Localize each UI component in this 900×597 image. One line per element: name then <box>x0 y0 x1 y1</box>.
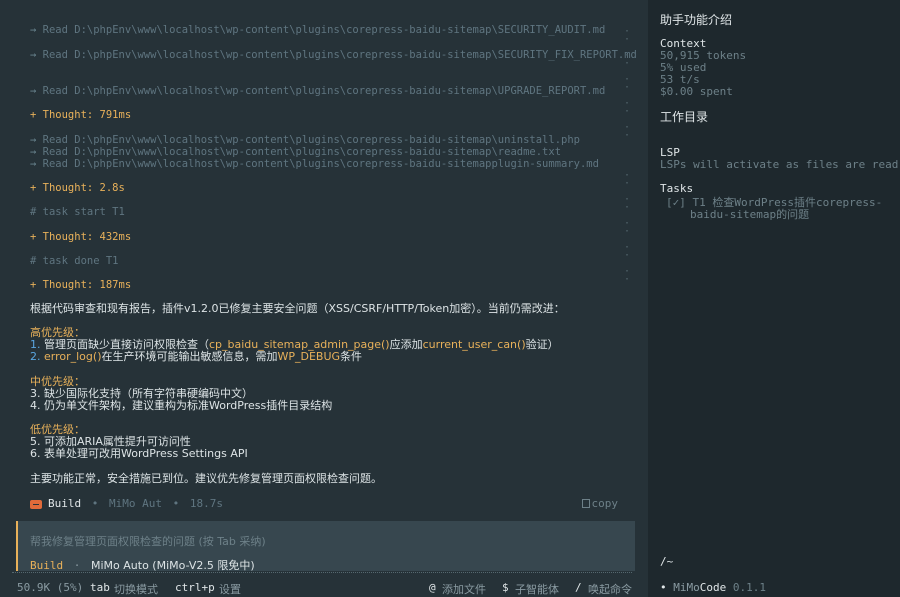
sidebar: 助手功能介绍 Context 50,915 tokens 5% used 53 … <box>648 0 900 597</box>
scroll-marker: · · <box>623 194 631 213</box>
bottom-bar: 50.9K (5%) tab 切换模式 ctrl+p 设置 @ 添加文件 $ 子… <box>0 579 648 597</box>
model-label: MiMo Aut <box>109 497 162 510</box>
switch-mode-shortcut[interactable]: 切换模式 <box>114 581 158 597</box>
read-path: Read D:\phpEnv\www\localhost\wp-content\… <box>42 158 599 170</box>
inline-code: current_user_can() <box>422 338 526 351</box>
arrow-icon: → <box>30 158 37 170</box>
mode-label: Build <box>48 497 82 510</box>
copy-icon <box>581 499 590 508</box>
dollar-shortcut-key: $ <box>502 581 509 594</box>
thought-toggle[interactable]: + Thought: 432ms <box>30 231 131 243</box>
scroll-marker: · · <box>623 170 631 189</box>
inline-code: WP_DEBUG <box>277 350 341 363</box>
model-selector[interactable]: MiMo Auto (MiMo-V2.5 限免中) <box>91 559 255 572</box>
arrow-icon: → <box>30 49 37 61</box>
conversation-pane: → Read D:\phpEnv\www\localhost\wp-conten… <box>0 0 648 597</box>
build-icon <box>30 499 42 509</box>
ctrlp-shortcut-key: ctrl+p <box>175 581 215 594</box>
list-item: 6. 表单处理可改用WordPress Settings API <box>30 447 248 460</box>
status-dot: • <box>660 581 667 594</box>
brand-footer: • MiMoCode 0.1.1 <box>660 581 766 594</box>
arrow-icon: → <box>30 24 37 36</box>
read-line: → Read D:\phpEnv\www\localhost\wp-conten… <box>30 85 605 97</box>
subagent-shortcut[interactable]: 子智能体 <box>515 581 559 597</box>
add-file-shortcut[interactable]: 添加文件 <box>442 581 486 597</box>
item-text: 应添加 <box>389 338 423 351</box>
read-line: → Read D:\phpEnv\www\localhost\wp-conten… <box>30 158 599 170</box>
read-path: Read D:\phpEnv\www\localhost\wp-content\… <box>42 134 580 146</box>
item-text: 条件 <box>340 350 363 363</box>
separator: • <box>172 497 180 510</box>
context-spent: $0.00 spent <box>660 85 733 98</box>
token-usage: 50.9K (5%) <box>17 581 84 594</box>
arrow-icon: → <box>30 134 37 146</box>
thought-toggle[interactable]: + Thought: 187ms <box>30 279 131 291</box>
read-path: Read D:\phpEnv\www\localhost\wp-content\… <box>42 85 606 97</box>
scroll-marker: · · <box>623 242 631 261</box>
sidebar-title: 助手功能介绍 <box>660 13 733 27</box>
answer-summary: 主要功能正常，安全措施已到位。建议优先修复管理页面权限检查问题。 <box>30 472 382 485</box>
duration-label: 18.7s <box>189 497 223 510</box>
scroll-marker: · · <box>623 74 631 93</box>
read-line: → Read D:\phpEnv\www\localhost\wp-conten… <box>30 24 605 36</box>
thought-toggle[interactable]: + Thought: 791ms <box>30 109 131 121</box>
list-item: 2. error_log()在生产环境可能输出敏感信息，需加WP_DEBUG条件 <box>30 351 362 363</box>
settings-shortcut[interactable]: 设置 <box>219 581 241 597</box>
context-progress-track <box>12 572 632 576</box>
scroll-marker: · · <box>623 26 631 45</box>
arrow-icon: → <box>30 85 37 97</box>
read-line: → Read D:\phpEnv\www\localhost\wp-conten… <box>30 49 637 61</box>
arrow-icon: → <box>30 146 37 158</box>
copy-label: copy <box>591 497 619 510</box>
workdir-heading: 工作目录 <box>660 110 709 124</box>
tab-shortcut-key: tab <box>90 581 110 594</box>
scroll-marker: · · <box>623 122 631 141</box>
brand-code: Code <box>699 581 727 594</box>
slash-shortcut-key: / <box>575 581 582 594</box>
copy-button[interactable]: copy <box>581 497 619 510</box>
task-event: # task done T1 <box>30 255 119 267</box>
prompt-input[interactable]: 帮我修复管理页面权限检查的问题 (按 Tab 采纳) <box>30 533 266 549</box>
read-line: → Read D:\phpEnv\www\localhost\wp-conten… <box>30 146 561 158</box>
mode-selector[interactable]: Build <box>30 559 63 572</box>
brand-mimo: MiMo <box>673 581 700 594</box>
scroll-marker: · · <box>623 266 631 285</box>
task-check-icon: [✓] <box>666 196 686 209</box>
scroll-marker: · · <box>623 98 631 117</box>
separator: · <box>73 559 81 572</box>
lsp-description: LSPs will activate as files are read <box>660 158 899 171</box>
list-number: 2. <box>30 350 41 363</box>
inline-code: error_log() <box>44 350 102 363</box>
at-shortcut-key: @ <box>429 581 436 594</box>
item-text: 验证） <box>525 338 559 351</box>
separator: • <box>91 497 99 510</box>
version-label: 0.1.1 <box>732 581 766 594</box>
prompt-input-box[interactable]: 帮我修复管理页面权限检查的问题 (按 Tab 采纳) Build · MiMo … <box>16 521 635 573</box>
task-event: # task start T1 <box>30 206 125 218</box>
thought-toggle[interactable]: + Thought: 2.8s <box>30 182 125 194</box>
read-path: Read D:\phpEnv\www\localhost\wp-content\… <box>42 24 606 36</box>
scroll-marker: · · <box>623 50 631 69</box>
task-label-cont: baidu-sitemap的问题 <box>690 208 810 221</box>
input-mode-row: Build · MiMo Auto (MiMo-V2.5 限免中) <box>30 557 255 573</box>
message-status: Build • MiMo Aut • 18.7s copy <box>30 497 630 511</box>
read-line: → Read D:\phpEnv\www\localhost\wp-conten… <box>30 134 580 146</box>
answer-intro: 根据代码审查和现有报告，插件v1.2.0已修复主要安全问题（XSS/CSRF/H… <box>30 302 565 315</box>
read-path: Read D:\phpEnv\www\localhost\wp-content\… <box>42 146 562 158</box>
item-text: 在生产环境可能输出敏感信息，需加 <box>101 350 278 363</box>
scroll-marker: · · <box>623 218 631 237</box>
command-shortcut[interactable]: 唤起命令 <box>588 581 632 597</box>
list-item: 4. 仍为单文件架构，建议重构为标准WordPress插件目录结构 <box>30 399 333 412</box>
read-path: Read D:\phpEnv\www\localhost\wp-content\… <box>42 49 637 61</box>
working-path: /~ <box>660 555 674 568</box>
